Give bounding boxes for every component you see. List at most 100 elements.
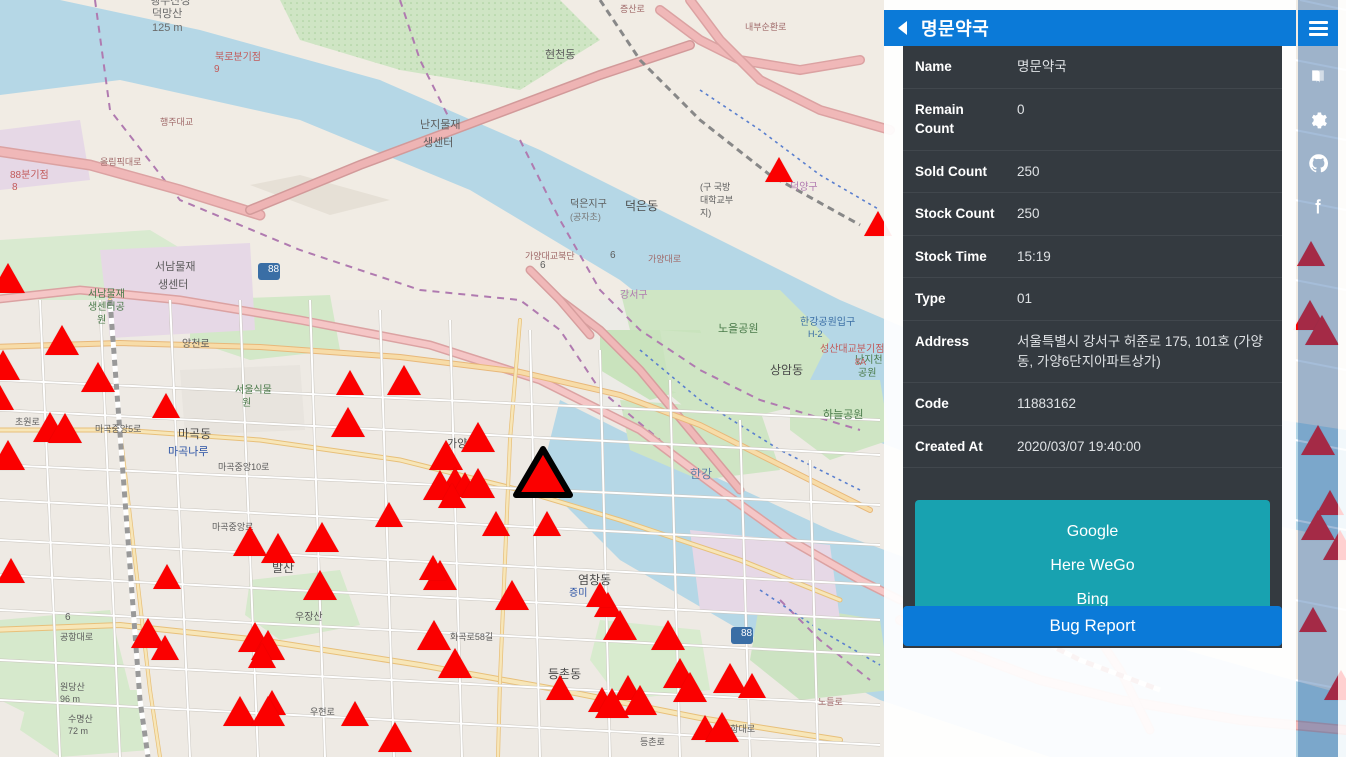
map-label: 원당산 xyxy=(60,682,85,692)
here-wego-link[interactable]: Here WeGo xyxy=(915,549,1270,583)
map-marker[interactable] xyxy=(331,407,365,437)
map-marker[interactable] xyxy=(673,672,707,702)
map-marker[interactable] xyxy=(705,712,739,742)
map-marker[interactable] xyxy=(438,648,472,678)
map-marker[interactable] xyxy=(417,620,451,650)
map-label: (구 국방 xyxy=(700,182,730,192)
map-marker[interactable] xyxy=(341,701,369,726)
detail-side-panel: 명문약국 Name 명문약국 Remain Count 0 Sold Count 250 S… xyxy=(884,0,1296,757)
map-marker[interactable] xyxy=(81,362,115,392)
book-icon[interactable] xyxy=(1306,65,1330,89)
map-marker[interactable] xyxy=(0,440,25,470)
map-marker[interactable] xyxy=(461,422,495,452)
map-label: 북로분기점 xyxy=(215,51,261,63)
map-label: 증산로 xyxy=(620,4,645,14)
map-marker[interactable] xyxy=(0,350,20,380)
map-marker[interactable] xyxy=(765,157,793,182)
map-marker[interactable] xyxy=(305,522,339,552)
map-marker[interactable] xyxy=(378,722,412,752)
gear-icon[interactable] xyxy=(1306,108,1330,132)
map-label: 서울식물 xyxy=(235,384,272,396)
detail-value: 250 xyxy=(1005,193,1282,236)
back-arrow-icon[interactable] xyxy=(898,21,907,35)
map-marker[interactable] xyxy=(248,643,276,668)
map-label: 마곡나루 xyxy=(168,445,208,458)
map-marker[interactable] xyxy=(482,511,510,536)
map-marker[interactable] xyxy=(251,696,285,726)
map-label: 대학교부 xyxy=(700,195,733,205)
map-marker[interactable] xyxy=(375,502,403,527)
hamburger-icon[interactable] xyxy=(1298,10,1338,46)
table-row: Remain Count 0 xyxy=(903,88,1282,150)
map-marker[interactable] xyxy=(586,582,614,607)
map-marker[interactable] xyxy=(595,688,629,718)
map-label: 덕은동 xyxy=(625,199,658,213)
panel-header: 명문약국 xyxy=(884,10,1296,46)
map-label: 발산 xyxy=(272,561,294,575)
map-marker[interactable] xyxy=(738,673,766,698)
map-label: 한강 xyxy=(690,467,712,481)
map-marker[interactable] xyxy=(233,526,267,556)
map-label: 생센터 xyxy=(423,136,453,149)
map-label: 하늘공원 xyxy=(823,407,863,421)
detail-label: Created At xyxy=(903,425,1005,468)
detail-value: 11883162 xyxy=(1005,383,1282,426)
hamburger-bar xyxy=(1309,27,1328,30)
map-marker[interactable] xyxy=(0,558,25,583)
google-maps-link[interactable]: Google xyxy=(915,515,1270,549)
github-icon[interactable] xyxy=(1306,151,1330,175)
map-marker[interactable] xyxy=(48,413,82,443)
facebook-icon[interactable] xyxy=(1306,194,1330,218)
map-marker[interactable] xyxy=(336,370,364,395)
map-label: 72 m xyxy=(68,726,88,736)
map-label: 등촌로 xyxy=(640,737,665,747)
detail-panel-body: Name 명문약국 Remain Count 0 Sold Count 250 Stock … xyxy=(903,46,1282,648)
map-marker[interactable] xyxy=(45,325,79,355)
detail-label: Stock Count xyxy=(903,193,1005,236)
map-label: 마곡중앙5로 xyxy=(95,423,141,434)
hamburger-bar xyxy=(1309,21,1328,24)
map-marker[interactable] xyxy=(651,620,685,650)
map-marker[interactable] xyxy=(533,511,561,536)
table-row: Sold Count 250 xyxy=(903,150,1282,193)
table-row: Created At 2020/03/07 19:40:00 xyxy=(903,425,1282,468)
map-label: 노들로 xyxy=(818,697,843,707)
detail-value: 250 xyxy=(1005,150,1282,193)
map-label: 양천로 xyxy=(182,338,210,350)
map-label: 행주대교 xyxy=(160,116,193,127)
map-label: 가양대교북단 xyxy=(525,251,575,261)
map-marker[interactable] xyxy=(438,483,466,508)
map-marker[interactable] xyxy=(461,468,495,498)
bug-report-button[interactable]: Bug Report xyxy=(903,606,1282,646)
map-label: 8 xyxy=(12,182,18,193)
map-marker[interactable] xyxy=(603,610,637,640)
detail-label: Remain Count xyxy=(903,88,1005,150)
map-label: 6 xyxy=(610,250,616,261)
map-marker[interactable] xyxy=(0,385,14,410)
map-label: 6 xyxy=(540,260,546,271)
map-label: 내부순환로 xyxy=(745,21,786,32)
map-marker[interactable] xyxy=(153,564,181,589)
map-marker[interactable] xyxy=(429,440,463,470)
map-marker[interactable] xyxy=(0,263,25,293)
map-label: 8A xyxy=(855,357,866,367)
map-label: 가양대로 xyxy=(648,254,681,264)
detail-label: Code xyxy=(903,383,1005,426)
map-label: 강서구 xyxy=(620,289,648,301)
map-label: 96 m xyxy=(60,694,80,704)
map-marker[interactable] xyxy=(387,365,421,395)
map-label: 우장산 xyxy=(295,611,323,623)
map-label: (공자초) xyxy=(570,212,601,222)
map-marker[interactable] xyxy=(495,580,529,610)
table-row: Code 11883162 xyxy=(903,383,1282,426)
map-marker[interactable] xyxy=(546,675,574,700)
map-label: 생센터 xyxy=(158,278,188,291)
map-marker[interactable] xyxy=(303,570,337,600)
selected-map-marker[interactable] xyxy=(513,446,573,503)
map-marker[interactable] xyxy=(152,393,180,418)
map-label: 생센터공 xyxy=(88,301,125,313)
map-marker[interactable] xyxy=(419,555,447,580)
map-label: 88분기점 xyxy=(10,169,49,181)
map-marker[interactable] xyxy=(151,635,179,660)
map-label: 원 xyxy=(97,314,106,326)
